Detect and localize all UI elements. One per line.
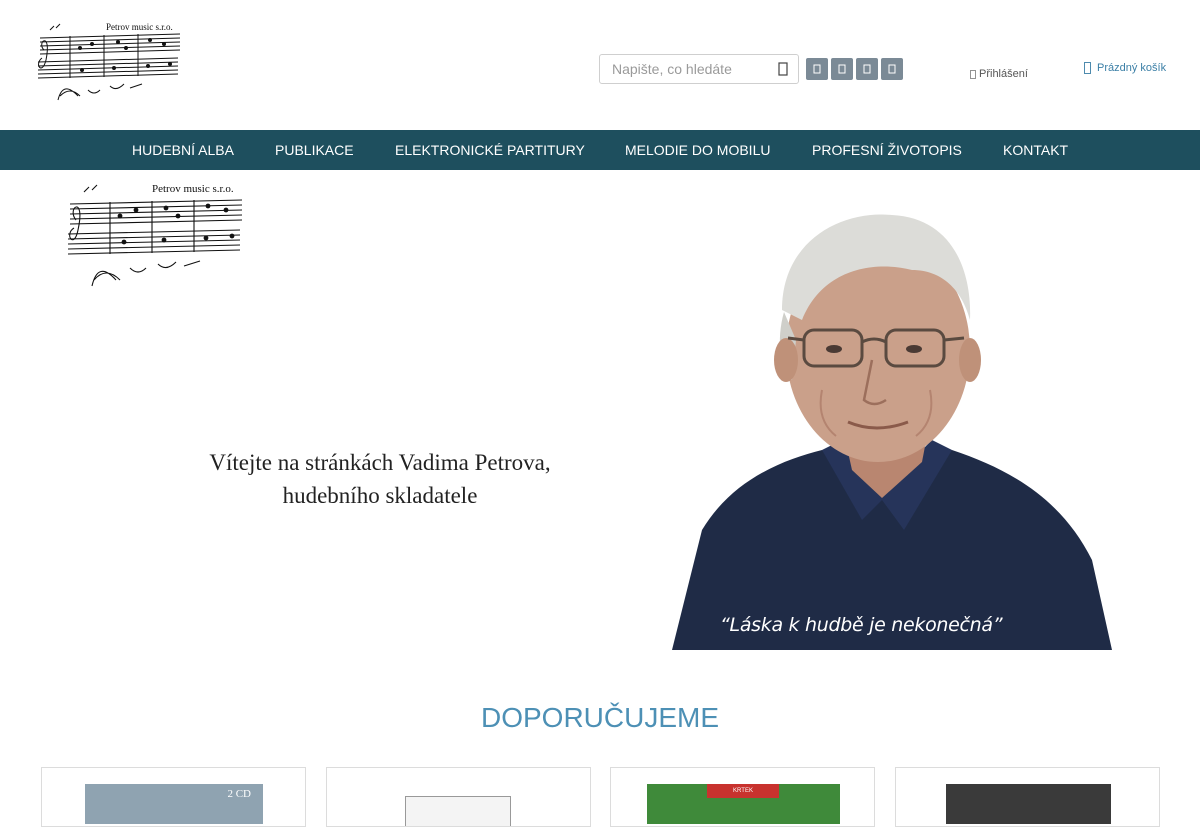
login-link[interactable]: Přihlášení [970,68,1028,80]
hero-logo-text: Petrov music s.r.o. [152,183,234,195]
product-cover[interactable]: KRTEK [647,784,840,824]
search-icon[interactable] [776,61,790,77]
search-input[interactable] [600,55,770,83]
nav-item-profesni-zivotopis[interactable]: PROFESNÍ ŽIVOTOPIS [812,130,962,170]
logo-text: Petrov music s.r.o. [106,22,173,32]
welcome-line-2: hudebního skladatele [282,483,478,508]
youtube-icon[interactable] [831,58,853,80]
main-navigation: HUDEBNÍ ALBA PUBLIKACE ELEKTRONICKÉ PART… [0,130,1200,170]
hero-banner: Petrov music s.r.o. Vítejte na stránkách… [0,170,1200,650]
product-cover[interactable] [405,796,511,826]
product-card[interactable] [895,767,1160,827]
welcome-text: Vítejte na stránkách Vadima Petrova, hud… [160,446,600,512]
nav-item-hudebni-alba[interactable]: HUDEBNÍ ALBA [132,130,234,170]
nav-item-publikace[interactable]: PUBLIKACE [275,130,354,170]
nav-item-kontakt[interactable]: KONTAKT [1003,130,1068,170]
cart-link[interactable]: Prázdný košík [1084,62,1166,74]
cart-icon [1084,62,1091,74]
recommend-title: DOPORUČUJEME [480,702,719,733]
nav-item-melodie-do-mobilu[interactable]: MELODIE DO MOBILU [625,130,770,170]
product-cover[interactable]: 2 CD [85,784,263,824]
welcome-line-1: Vítejte na stránkách Vadima Petrova, [209,450,551,475]
user-icon [970,69,976,79]
login-label: Přihlášení [979,68,1028,80]
product-card[interactable]: KRTEK [610,767,875,827]
search-box [599,54,799,84]
composer-portrait [672,214,1112,650]
instagram-icon[interactable] [856,58,878,80]
social-links [806,58,903,80]
hero-quote: “Láska k hudbě je nekonečná” [720,614,1003,636]
cover-label: 2 CD [227,788,251,800]
cart-label: Prázdný košík [1097,62,1167,74]
product-card[interactable] [326,767,591,827]
product-cover[interactable] [946,784,1111,824]
twitter-icon[interactable] [881,58,903,80]
nav-item-elektronicke-partitury[interactable]: ELEKTRONICKÉ PARTITURY [395,130,585,170]
cover-label: KRTEK [707,784,779,798]
petrov-music-logo[interactable]: Petrov music s.r.o. [30,20,182,114]
product-card[interactable]: 2 CD [41,767,306,827]
facebook-icon[interactable] [806,58,828,80]
site-header: Petrov music s.r.o. Přihlášení Prázdný k… [0,0,1200,130]
hero-logo: Petrov music s.r.o. [67,183,243,287]
